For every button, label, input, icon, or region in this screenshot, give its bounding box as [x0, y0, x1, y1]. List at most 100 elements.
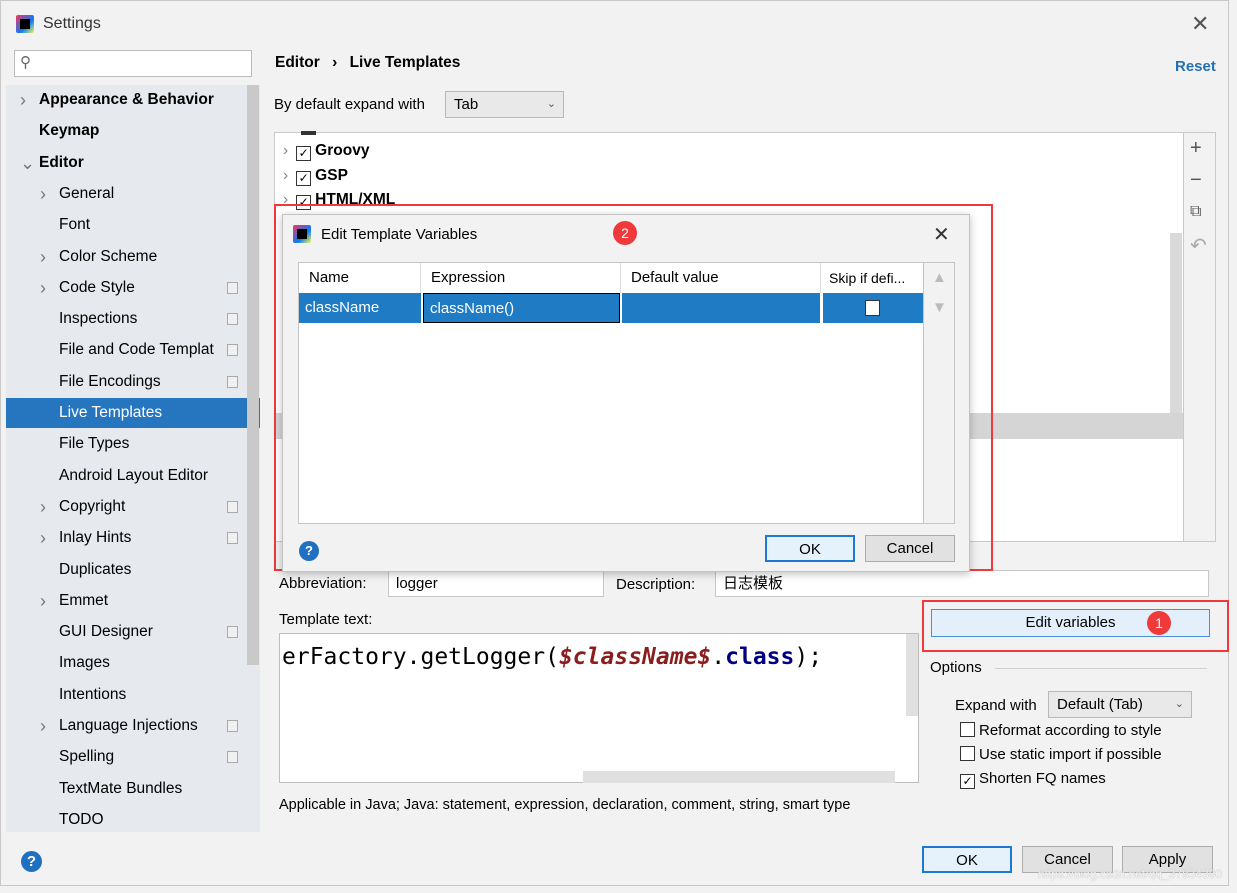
cell-name[interactable]: className: [299, 293, 421, 323]
sidebar-item[interactable]: Inspections: [6, 304, 246, 334]
chevron-right-icon[interactable]: ›: [40, 711, 46, 741]
sidebar-item[interactable]: Intentions: [6, 680, 246, 710]
dialog-cancel-button[interactable]: Cancel: [865, 535, 955, 562]
option-label: Reformat according to style: [979, 722, 1162, 739]
chevron-right-icon[interactable]: ›: [40, 523, 46, 553]
template-text-editor[interactable]: erFactory.getLogger($className$.class);: [279, 633, 919, 783]
cell-expression[interactable]: className(): [423, 293, 620, 323]
ok-button[interactable]: OK: [922, 846, 1012, 873]
chevron-right-icon[interactable]: ›: [40, 492, 46, 522]
breadcrumb-parent[interactable]: Editor: [275, 54, 320, 71]
copy-icon[interactable]: ⧉: [1190, 203, 1201, 221]
chevron-right-icon[interactable]: ›: [283, 142, 288, 159]
sidebar-item-label: File Types: [59, 435, 130, 453]
group-checkbox[interactable]: ✓: [296, 146, 312, 161]
reset-link[interactable]: Reset: [1175, 58, 1216, 75]
default-expand-select[interactable]: Tab ⌄: [445, 91, 564, 118]
sidebar-item[interactable]: › Code Style: [6, 273, 246, 303]
sidebar-item-label: Inlay Hints: [59, 529, 132, 547]
sidebar-item-label: Copyright: [59, 497, 126, 515]
sidebar-item[interactable]: File and Code Templat: [6, 335, 246, 365]
option-checkbox[interactable]: Reformat according to style: [960, 722, 1162, 739]
description-input[interactable]: 日志模板: [715, 570, 1209, 597]
column-header-expression[interactable]: Expression: [421, 263, 621, 293]
skip-checkbox[interactable]: [865, 300, 880, 316]
group-label: GSP: [315, 166, 348, 184]
settings-search-input[interactable]: ⚲: [14, 50, 252, 77]
move-up-icon[interactable]: ▲: [932, 269, 947, 286]
sidebar-item-label: GUI Designer: [59, 623, 153, 641]
chevron-right-icon[interactable]: ›: [20, 85, 26, 115]
column-header-name[interactable]: Name: [299, 263, 421, 293]
sidebar-item[interactable]: Images: [6, 648, 246, 678]
cell-default-value[interactable]: [622, 293, 820, 323]
expand-with-select[interactable]: Default (Tab) ⌄: [1048, 691, 1192, 718]
sidebar-item[interactable]: Font: [6, 210, 246, 240]
sidebar-item-label: TODO: [59, 810, 104, 828]
undo-icon[interactable]: ↶: [1190, 233, 1207, 258]
option-checkbox[interactable]: Use static import if possible: [960, 746, 1162, 763]
sidebar-item[interactable]: File Types: [6, 429, 246, 459]
project-settings-icon: [227, 344, 238, 357]
close-icon[interactable]: ✕: [1191, 11, 1209, 37]
sidebar-item[interactable]: › Inlay Hints: [6, 523, 246, 553]
chevron-right-icon[interactable]: ›: [40, 586, 46, 616]
chevron-right-icon[interactable]: ›: [283, 167, 288, 184]
sidebar-item[interactable]: › Emmet: [6, 586, 246, 616]
chevron-right-icon[interactable]: ›: [40, 242, 46, 272]
checkbox[interactable]: [960, 746, 975, 761]
variables-table[interactable]: Name Expression Default value Skip if de…: [298, 262, 924, 524]
editor-hscrollbar[interactable]: [583, 771, 895, 783]
sidebar-item-label: Images: [59, 654, 110, 672]
sidebar-item[interactable]: GUI Designer: [6, 617, 246, 647]
chevron-right-icon[interactable]: ›: [40, 273, 46, 303]
sidebar-scrollbar[interactable]: [247, 85, 259, 665]
sidebar-item[interactable]: Duplicates: [6, 555, 246, 585]
sidebar-item[interactable]: › Copyright: [6, 492, 246, 522]
expand-with-label: Expand with: [955, 697, 1037, 714]
sidebar-item[interactable]: TextMate Bundles: [6, 774, 246, 804]
column-header-default-value[interactable]: Default value: [621, 263, 821, 293]
chevron-right-icon[interactable]: ›: [40, 179, 46, 209]
checkbox[interactable]: ✓: [960, 774, 975, 789]
sidebar-item-label: Duplicates: [59, 560, 132, 578]
remove-icon[interactable]: −: [1190, 169, 1202, 192]
option-label: Shorten FQ names: [979, 770, 1106, 787]
sidebar-item-label: File and Code Templat: [59, 341, 214, 359]
move-down-icon[interactable]: ▼: [932, 299, 947, 316]
sidebar-item[interactable]: Android Layout Editor: [6, 461, 246, 491]
dialog-ok-button[interactable]: OK: [765, 535, 855, 562]
template-group[interactable]: › ✓ GSP: [283, 164, 348, 188]
option-checkbox[interactable]: ✓ Shorten FQ names: [960, 770, 1106, 789]
add-icon[interactable]: +: [1190, 137, 1202, 160]
cell-skip-if-defined[interactable]: [823, 293, 923, 323]
breadcrumb-separator: ›: [332, 54, 338, 71]
dialog-help-icon[interactable]: ?: [299, 541, 319, 561]
help-icon[interactable]: ?: [21, 851, 42, 872]
default-expand-value: Tab: [454, 96, 479, 113]
checkbox[interactable]: [960, 722, 975, 737]
chevron-down-icon: ⌄: [546, 98, 556, 110]
applicable-contexts[interactable]: Applicable in Java; Java: statement, exp…: [279, 797, 850, 813]
sidebar-item[interactable]: › General: [6, 179, 246, 209]
sidebar-item[interactable]: › Color Scheme: [6, 242, 246, 272]
editor-vscrollbar[interactable]: [906, 634, 918, 716]
template-group[interactable]: › ✓ Groovy: [283, 139, 369, 163]
sidebar-item[interactable]: › Appearance & Behavior: [6, 85, 246, 115]
chevron-down-icon[interactable]: ⌄: [20, 148, 35, 178]
intellij-logo-icon: [293, 225, 311, 243]
sidebar-item[interactable]: File Encodings: [6, 367, 246, 397]
option-label: Use static import if possible: [979, 746, 1162, 763]
sidebar-item[interactable]: TODO: [6, 805, 246, 835]
sidebar-item[interactable]: Live Templates: [6, 398, 260, 428]
tree-scrollbar[interactable]: [1170, 233, 1182, 413]
sidebar-item[interactable]: Keymap: [6, 116, 246, 146]
description-label: Description:: [616, 576, 696, 593]
sidebar-item[interactable]: › Language Injections: [6, 711, 246, 741]
sidebar-item[interactable]: ⌄ Editor: [6, 148, 246, 178]
abbreviation-input[interactable]: logger: [388, 570, 604, 597]
dialog-close-icon[interactable]: ✕: [933, 222, 950, 247]
column-header-skip-if-defined[interactable]: Skip if defi...: [821, 263, 925, 293]
sidebar-item[interactable]: Spelling: [6, 742, 246, 772]
group-checkbox[interactable]: ✓: [296, 170, 312, 186]
